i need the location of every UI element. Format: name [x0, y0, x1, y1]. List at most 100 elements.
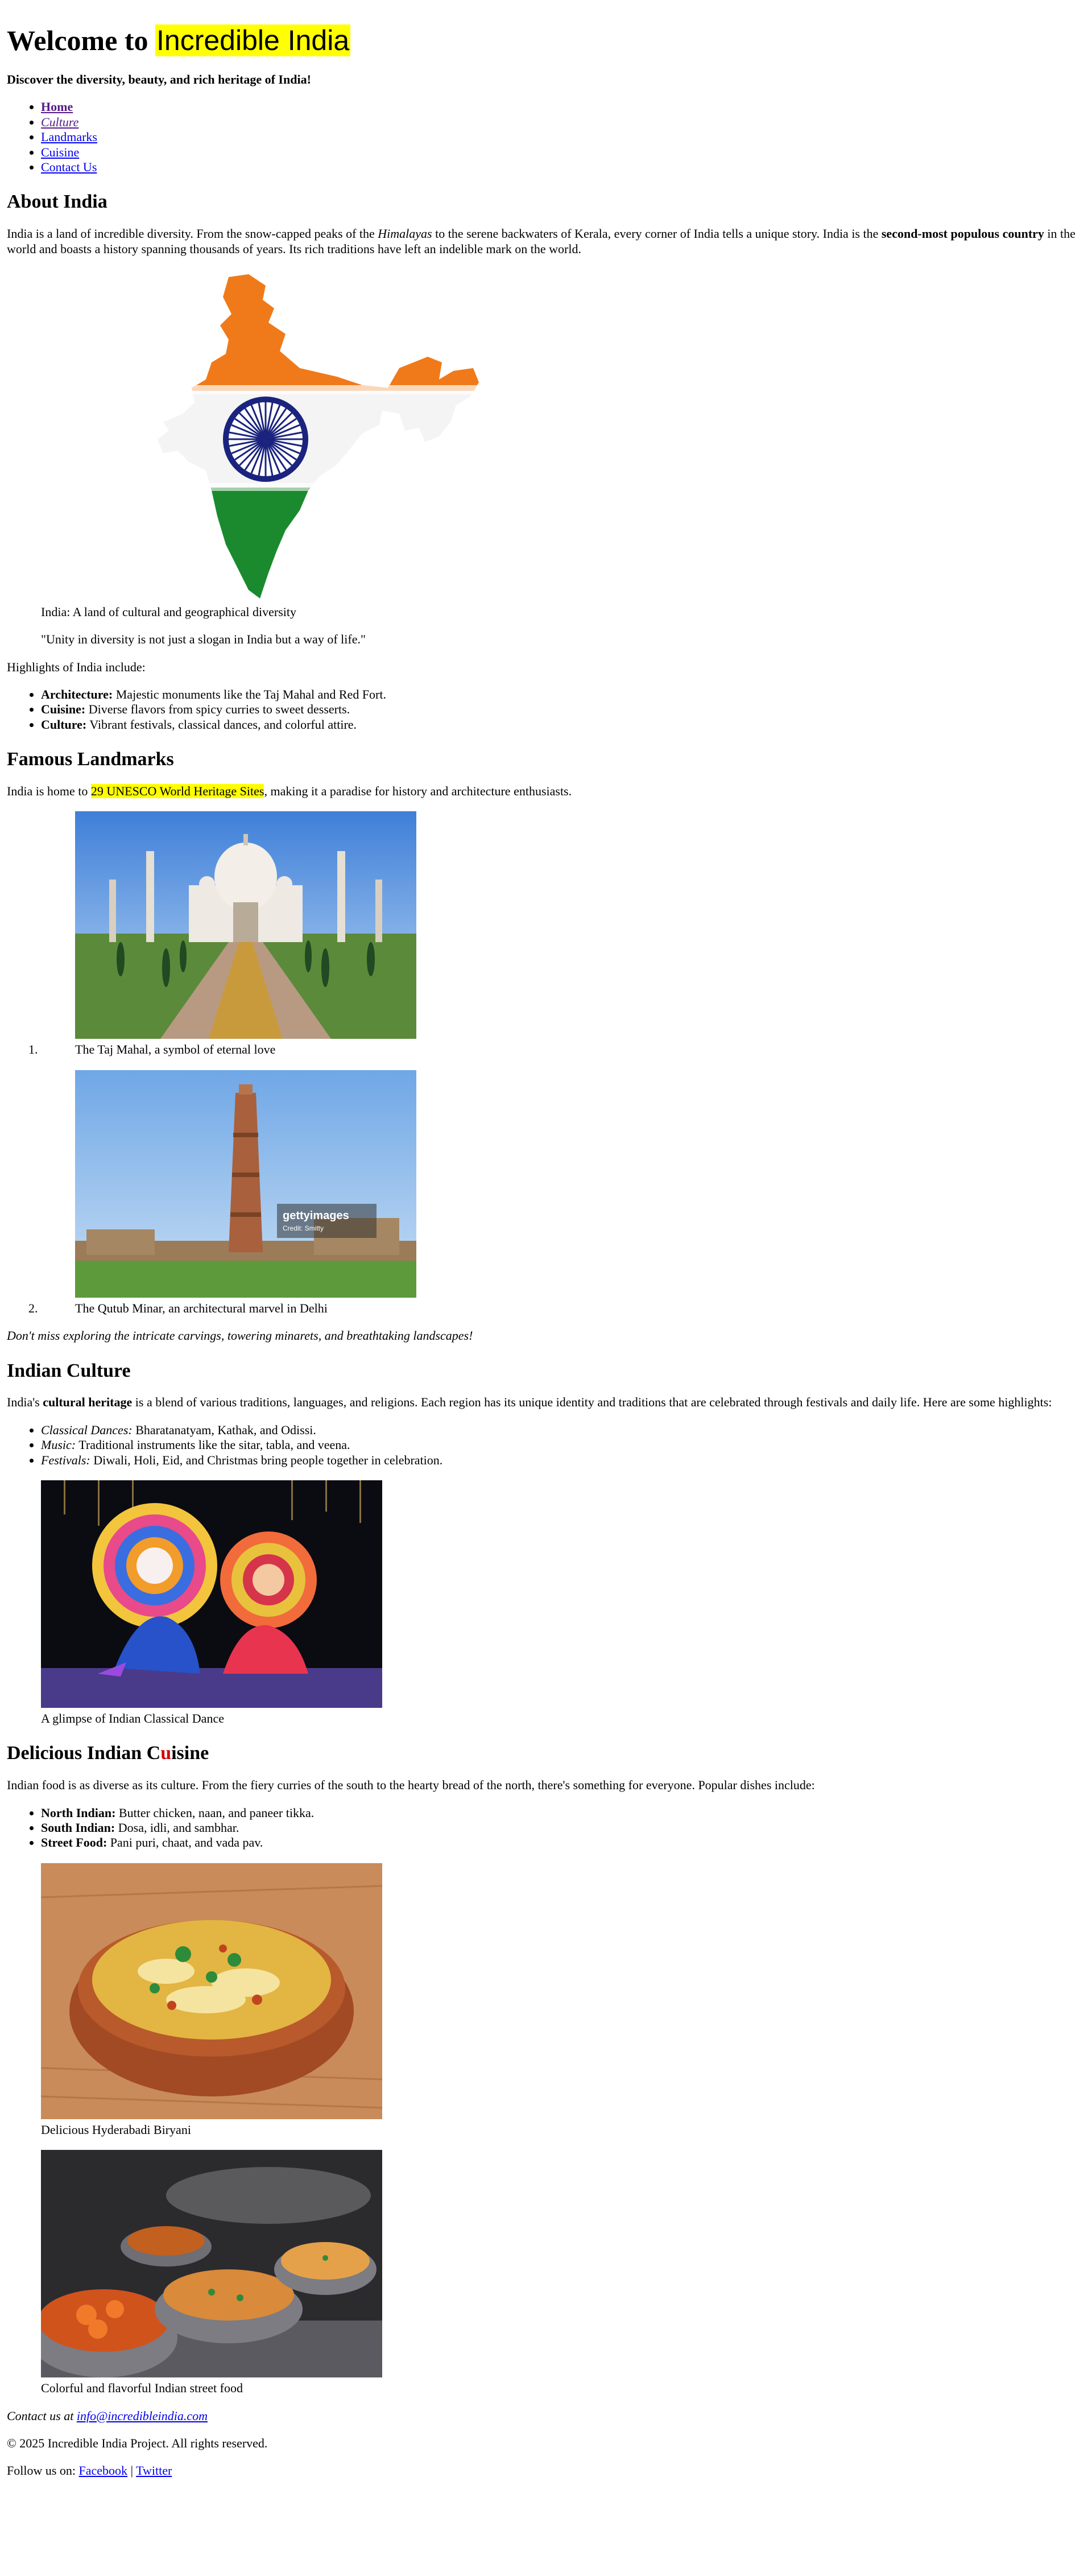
credit-text: Credit: Smitty [283, 1224, 324, 1232]
nav-item-cuisine: Cuisine [41, 145, 1085, 160]
culture-intro: India's cultural heritage is a blend of … [7, 1395, 1085, 1410]
culture-text: Traditional instruments like the sitar, … [76, 1438, 350, 1452]
culture-intro-b: is a blend of various traditions, langua… [132, 1395, 1052, 1410]
list-item: Music: Traditional instruments like the … [41, 1438, 1085, 1452]
highlights-list: Architecture: Majestic monuments like th… [7, 687, 1085, 732]
taj-mahal-caption: The Taj Mahal, a symbol of eternal love [75, 1042, 276, 1057]
email-link[interactable]: info@incredibleindia.com [77, 2409, 208, 2423]
street-food-image [41, 2150, 1051, 2378]
cuisine-text: Dosa, idli, and sambhar. [115, 1820, 239, 1835]
unesco-highlight: 29 UNESCO World Heritage Sites [90, 784, 264, 799]
taj-mahal-graphic [75, 811, 416, 1039]
dance-caption: A glimpse of Indian Classical Dance [41, 1711, 224, 1725]
landmarks-intro-b: , making it a paradise for history and a… [264, 784, 572, 799]
twitter-link[interactable]: Twitter [136, 2463, 172, 2478]
about-text-1: India is a land of incredible diversity.… [7, 226, 378, 241]
landmarks-heading: Famous Landmarks [7, 749, 174, 770]
culture-section: Indian Culture India's cultural heritage… [7, 1360, 1085, 1727]
landmarks-outro: Don't miss exploring the intricate carvi… [7, 1328, 1085, 1343]
about-heading: About India [7, 191, 107, 213]
site-header: Welcome to Incredible India Discover the… [7, 24, 1085, 175]
contact-line: Contact us at info@incredibleindia.com [7, 2409, 1085, 2424]
about-paragraph: India is a land of incredible diversity.… [7, 226, 1085, 257]
india-flag-map-graphic [158, 274, 479, 598]
cuisine-heading-c: isine [171, 1743, 209, 1764]
cuisine-term: South Indian: [41, 1820, 115, 1835]
cuisine-section: Delicious Indian Cuisine Indian food is … [7, 1742, 1085, 2396]
landmarks-intro: India is home to 29 UNESCO World Heritag… [7, 784, 1085, 799]
main-nav: Home Culture Landmarks Cuisine Contact U… [7, 100, 1085, 175]
cuisine-text: Butter chicken, naan, and paneer tikka. [115, 1805, 315, 1820]
nav-link-cuisine[interactable]: Cuisine [41, 145, 79, 159]
list-item: South Indian: Dosa, idli, and sambhar. [41, 1820, 1085, 1835]
list-item: Festivals: Diwali, Holi, Eid, and Christ… [41, 1453, 1085, 1468]
cuisine-intro: Indian food is as diverse as its culture… [7, 1778, 815, 1793]
culture-intro-a: India's [7, 1395, 43, 1410]
nav-link-culture[interactable]: Culture [41, 115, 78, 129]
nav-item-landmarks: Landmarks [41, 130, 1085, 145]
nav-item-culture: Culture [41, 115, 1085, 130]
page-title: Welcome to Incredible India [7, 24, 1085, 56]
qutub-minar-caption: The Qutub Minar, an architectural marvel… [75, 1301, 328, 1315]
culture-text: Diwali, Holi, Eid, and Christmas bring p… [90, 1452, 443, 1467]
india-map-figure: India: A land of cultural and geographic… [41, 271, 1051, 620]
cuisine-text: Pani puri, chaat, and vada pav. [107, 1835, 263, 1850]
biryani-image [41, 1863, 1051, 2119]
cuisine-term: Street Food: [41, 1835, 107, 1850]
cuisine-heading-a: Delicious Indian C [7, 1743, 161, 1764]
biryani-graphic [41, 1863, 382, 2119]
nav-link-landmarks[interactable]: Landmarks [41, 130, 97, 144]
landmarks-section: Famous Landmarks India is home to 29 UNE… [7, 748, 1085, 1343]
culture-heading: Indian Culture [7, 1360, 131, 1381]
landmarks-intro-a: India is home to [7, 784, 91, 799]
site-footer: Contact us at info@incredibleindia.com ©… [7, 2409, 1085, 2479]
culture-term: Festivals: [41, 1452, 90, 1467]
dance-figure: A glimpse of Indian Classical Dance [41, 1480, 1051, 1726]
watermark-text: gettyimages [283, 1209, 349, 1222]
social-line: Follow us on: Facebook | Twitter [7, 2463, 1085, 2478]
cuisine-heading: Delicious Indian Cuisine [7, 1742, 1085, 1765]
page: Welcome to Incredible India Discover the… [0, 0, 1092, 2479]
highlight-term: Cuisine: [41, 702, 86, 717]
list-item: The Taj Mahal, a symbol of eternal love [41, 811, 1085, 1057]
landmarks-list: The Taj Mahal, a symbol of eternal love [7, 811, 1085, 1316]
nav-link-home[interactable]: Home [41, 100, 73, 114]
culture-strong: cultural heritage [43, 1395, 133, 1410]
about-himalayas: Himalayas [378, 226, 432, 241]
title-highlight: Incredible India [155, 24, 351, 56]
highlights-intro: Highlights of India include: [7, 659, 146, 674]
india-map-image [41, 271, 496, 601]
qutub-minar-image: gettyimages Credit: Smitty [75, 1070, 1085, 1298]
taj-mahal-image [75, 811, 1085, 1039]
cuisine-heading-b: u [160, 1743, 172, 1764]
about-text-2: to the serene backwaters of Kerala, ever… [432, 226, 882, 241]
facebook-link[interactable]: Facebook [79, 2463, 128, 2478]
list-item: Street Food: Pani puri, chaat, and vada … [41, 1835, 1085, 1850]
highlight-text: Vibrant festivals, classical dances, and… [86, 717, 357, 732]
follow-label: Follow us on: [7, 2463, 79, 2478]
biryani-caption: Delicious Hyderabadi Biryani [41, 2122, 191, 2137]
list-item: Cuisine: Diverse flavors from spicy curr… [41, 702, 1085, 717]
list-item: North Indian: Butter chicken, naan, and … [41, 1806, 1085, 1820]
link-separator: | [127, 2463, 136, 2478]
highlight-text: Diverse flavors from spicy curries to sw… [85, 702, 350, 717]
nav-link-contact[interactable]: Contact Us [41, 160, 97, 174]
qutub-minar-graphic: gettyimages Credit: Smitty [75, 1070, 416, 1298]
ashoka-chakra [223, 396, 308, 482]
highlight-text: Majestic monuments like the Taj Mahal an… [113, 687, 386, 702]
copyright: © 2025 Incredible India Project. All rig… [7, 2435, 268, 2450]
map-caption: India: A land of cultural and geographic… [41, 604, 297, 619]
culture-term: Music: [41, 1438, 76, 1452]
culture-list: Classical Dances: Bharatanatyam, Kathak,… [7, 1423, 1085, 1468]
unity-quote: "Unity in diversity is not just a slogan… [41, 632, 366, 647]
title-prefix: Welcome to [7, 24, 148, 56]
street-food-figure: Colorful and flavorful Indian street foo… [41, 2150, 1051, 2396]
qutub-minar-figure: gettyimages Credit: Smitty The Qutub Min… [75, 1070, 1085, 1316]
nav-item-contact: Contact Us [41, 160, 1085, 175]
about-section: About India India is a land of incredibl… [7, 191, 1085, 732]
landmarks-outro-text: Don't miss exploring the intricate carvi… [7, 1328, 473, 1343]
list-item: gettyimages Credit: Smitty The Qutub Min… [41, 1070, 1085, 1316]
street-food-caption: Colorful and flavorful Indian street foo… [41, 2381, 243, 2396]
biryani-figure: Delicious Hyderabadi Biryani [41, 1863, 1051, 2137]
classical-dance-graphic [41, 1480, 382, 1708]
